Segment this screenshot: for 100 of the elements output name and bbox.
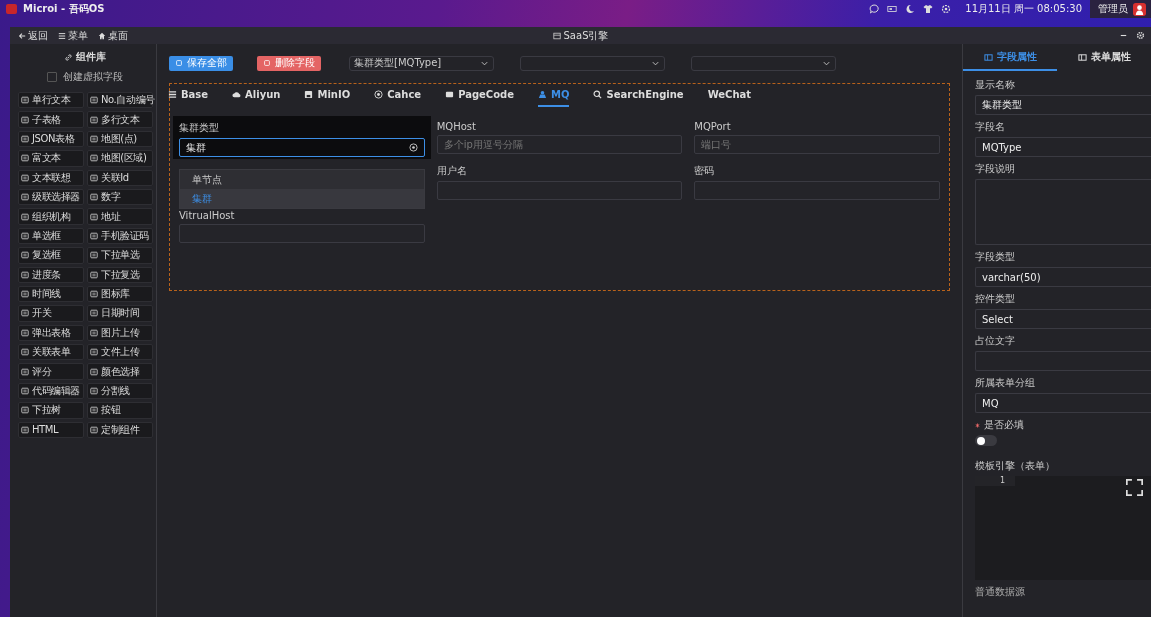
form-tab[interactable]: PageCode <box>445 89 515 107</box>
component-item[interactable]: HTML <box>18 421 84 439</box>
widget-icon <box>90 348 98 357</box>
input-field[interactable]: 多个ip用逗号分隔 <box>436 135 683 154</box>
widget-icon <box>90 309 98 318</box>
lines-icon <box>168 90 177 99</box>
component-item[interactable]: 下拉单选 <box>87 247 153 264</box>
input-field[interactable] <box>436 181 683 200</box>
home-icon <box>98 31 106 40</box>
component-item[interactable]: 下拉复选 <box>87 266 153 283</box>
component-item[interactable]: 图片上传 <box>87 324 153 342</box>
widget-icon <box>90 251 98 260</box>
component-item[interactable]: 单选框 <box>18 227 84 245</box>
field-label: 所属表单分组 <box>975 376 1035 390</box>
component-item[interactable]: 颜色选择 <box>87 363 153 380</box>
form-tab[interactable]: Base <box>168 89 209 107</box>
settings-icon[interactable] <box>1136 31 1145 40</box>
input-field[interactable] <box>694 181 940 200</box>
moon-icon[interactable] <box>905 4 916 14</box>
checkbox[interactable] <box>47 72 57 82</box>
input-field[interactable]: 端口号 <box>694 135 940 154</box>
form-tab[interactable]: Cahce <box>374 89 422 107</box>
component-item[interactable]: 数字 <box>87 188 153 206</box>
field-picker[interactable]: 集群类型[MQType] <box>349 55 494 71</box>
component-item[interactable]: 级联选择器 <box>18 188 84 206</box>
nav-button[interactable]: 菜单 <box>56 28 90 43</box>
input-field[interactable]: varchar(50) <box>975 267 1151 287</box>
component-item[interactable]: 子表格 <box>18 111 84 128</box>
window-title: SaaS引擎 <box>563 28 609 43</box>
component-item[interactable]: JSON表格 <box>18 130 84 148</box>
field-picker[interactable] <box>691 55 836 71</box>
checkbox-label[interactable]: 创建虚拟字段 <box>63 70 123 84</box>
shirt-icon[interactable] <box>923 4 934 14</box>
input-field[interactable]: MQ <box>975 393 1151 413</box>
component-item[interactable]: 进度条 <box>18 266 84 283</box>
widget-icon <box>21 212 29 221</box>
widget-icon <box>90 387 98 396</box>
component-item[interactable]: 地图(点) <box>87 130 153 148</box>
app-title: Microi - 吾码OS <box>23 2 105 16</box>
input-field[interactable]: Select <box>975 309 1151 329</box>
component-item[interactable]: 文本联想 <box>18 169 84 186</box>
widget-icon <box>90 328 98 337</box>
component-item[interactable]: 文件上传 <box>87 344 153 361</box>
form-tab[interactable]: MinIO <box>304 89 351 107</box>
component-item[interactable]: 多行文本 <box>87 111 153 128</box>
dropdown-option[interactable]: 集群 <box>180 189 424 208</box>
component-item[interactable]: 定制组件 <box>87 421 153 439</box>
component-item[interactable]: 评分 <box>18 363 84 380</box>
field-picker[interactable] <box>520 55 665 71</box>
component-item[interactable]: 地址 <box>87 208 153 225</box>
chat-icon[interactable] <box>869 4 880 14</box>
component-item[interactable]: 复选框 <box>18 247 84 264</box>
component-item[interactable]: 组织机构 <box>18 208 84 225</box>
widget-icon <box>21 251 29 260</box>
toggle-switch[interactable] <box>975 435 997 446</box>
widget-icon <box>90 425 98 434</box>
nav-button[interactable]: 桌面 <box>96 28 130 43</box>
select-field[interactable]: 集群 <box>179 138 425 157</box>
card-icon[interactable] <box>887 4 898 14</box>
component-item[interactable]: 关联Id <box>87 169 153 186</box>
form-tab[interactable]: WeChat <box>707 89 752 107</box>
dropdown-option[interactable]: 单节点 <box>180 170 424 189</box>
component-item[interactable]: 按钮 <box>87 402 153 419</box>
component-item[interactable]: 关联表单 <box>18 344 84 361</box>
settings-icon[interactable] <box>941 4 952 14</box>
back-icon <box>18 31 26 40</box>
component-item[interactable]: 地图(区域) <box>87 150 153 167</box>
form-tab[interactable]: SearchEngine <box>593 89 684 107</box>
widget-icon <box>90 290 98 299</box>
input-field[interactable] <box>975 351 1151 371</box>
property-tab[interactable]: 字段属性 <box>963 44 1057 71</box>
form-tab[interactable]: MQ <box>538 89 570 107</box>
component-item[interactable]: 单行文本 <box>18 92 84 109</box>
component-item[interactable]: 下拉树 <box>18 402 84 419</box>
card-icon <box>445 90 455 99</box>
component-item[interactable]: 分割线 <box>87 382 153 400</box>
panel-icon <box>983 52 993 62</box>
component-item[interactable]: 富文本 <box>18 150 84 167</box>
component-item[interactable]: 手机验证码 <box>87 227 153 245</box>
component-item[interactable]: No.自动编号 <box>87 92 153 109</box>
component-item[interactable]: 弹出表格 <box>18 324 84 342</box>
code-editor[interactable]: 1 <box>975 476 1151 580</box>
clear-icon[interactable] <box>408 143 418 152</box>
form-tab[interactable]: Aliyun <box>232 89 281 107</box>
avatar-icon[interactable] <box>1133 2 1146 16</box>
component-item[interactable]: 开关 <box>18 305 84 322</box>
property-tab[interactable]: 表单属性 <box>1057 44 1151 71</box>
nav-button[interactable]: 返回 <box>16 28 50 43</box>
component-item[interactable]: 时间线 <box>18 285 84 303</box>
field-label: 字段名 <box>975 120 1005 134</box>
input-field[interactable]: MQType <box>975 137 1151 157</box>
widget-icon <box>21 134 29 143</box>
component-item[interactable]: 代码编辑器 <box>18 382 84 400</box>
fullscreen-icon[interactable] <box>1126 479 1143 496</box>
field-label: 字段类型 <box>975 250 1015 264</box>
clock: 11月11日 周一 08:05:30 <box>965 2 1082 16</box>
input-field[interactable]: 集群类型 <box>975 95 1151 115</box>
component-item[interactable]: 日期时间 <box>87 305 153 322</box>
component-item[interactable]: 图标库 <box>87 285 153 303</box>
input-field[interactable] <box>179 224 425 243</box>
